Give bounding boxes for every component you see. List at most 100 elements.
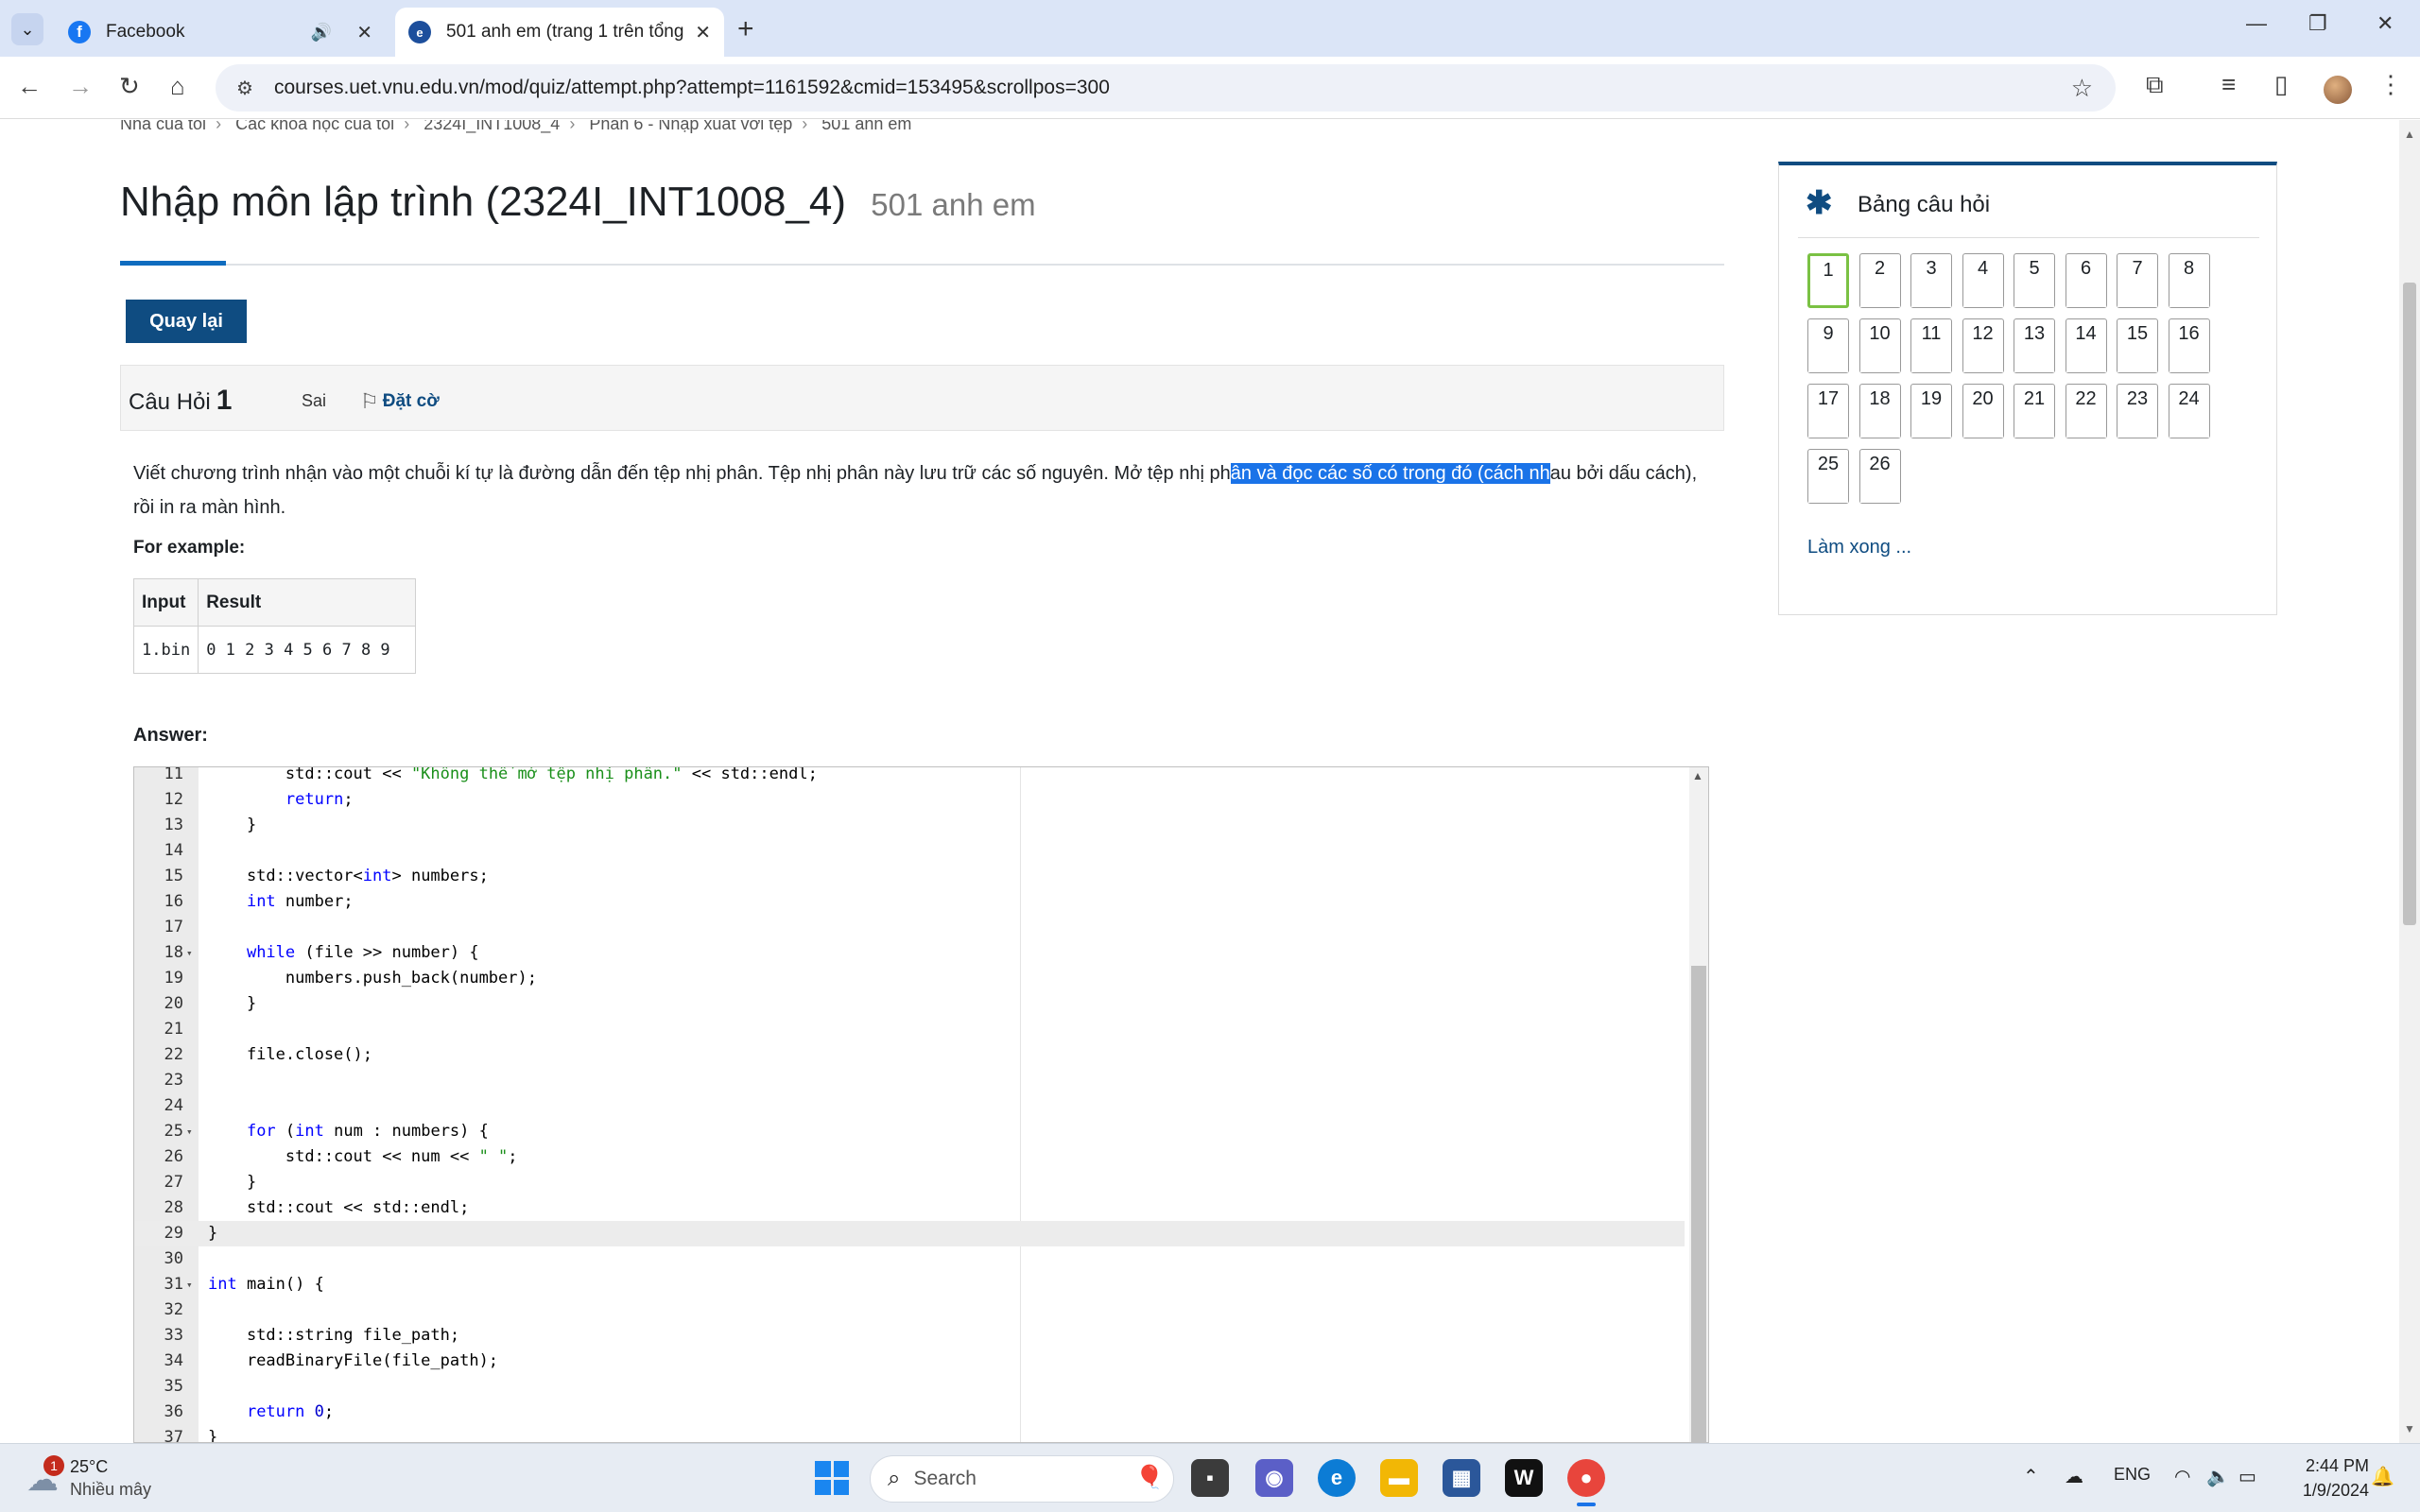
code-line[interactable]: 22 file.close(); [134, 1042, 1685, 1068]
page-scroll-thumb[interactable] [2403, 283, 2416, 925]
quiz-nav-button[interactable]: 7 [2117, 253, 2158, 308]
breadcrumb-item[interactable]: Phần 6 - Nhập xuất với tệp [589, 120, 792, 133]
quiz-nav-button[interactable]: 24 [2168, 384, 2210, 438]
notification-bell-icon[interactable]: 🔔 [2371, 1465, 2394, 1488]
breadcrumb-item[interactable]: 2324I_INT1008_4 [424, 120, 560, 133]
battery-icon[interactable]: ▭ [2238, 1465, 2256, 1488]
store-icon[interactable]: ▦ [1443, 1459, 1480, 1497]
tab-facebook[interactable]: f Facebook 🔊 ✕ [55, 8, 386, 57]
bookmark-star-icon[interactable]: ☆ [2071, 74, 2093, 103]
code-line[interactable]: 18 ▾ while (file >> number) { [134, 940, 1685, 966]
quiz-nav-button[interactable]: 2 [1858, 253, 1901, 308]
code-line[interactable]: 34 readBinaryFile(file_path); [134, 1349, 1685, 1374]
tab-search-chevron-icon[interactable]: ⌄ [11, 13, 43, 45]
menu-kebab-icon[interactable]: ⋮ [2378, 70, 2403, 99]
quiz-nav-button[interactable]: 16 [2168, 318, 2210, 373]
code-line[interactable]: 27 } [134, 1170, 1685, 1195]
code-line[interactable]: 17 [134, 915, 1685, 940]
code-lines[interactable]: 11 std::cout << "Không thể mở tệp nhị ph… [134, 767, 1685, 1442]
code-line[interactable]: 32 [134, 1297, 1685, 1323]
quiz-nav-button[interactable]: 23 [2117, 384, 2158, 438]
quiz-nav-button[interactable]: 12 [1962, 318, 2004, 373]
quiz-nav-button[interactable]: 18 [1858, 384, 1901, 438]
code-line[interactable]: 26 std::cout << num << " "; [134, 1144, 1685, 1170]
back-button[interactable]: Quay lại [126, 300, 247, 343]
task-view-icon[interactable]: ▪ [1191, 1459, 1229, 1497]
code-line[interactable]: 15 std::vector<int> numbers; [134, 864, 1685, 889]
chevron-up-icon[interactable]: ⌃ [2023, 1465, 2039, 1488]
quiz-nav-button[interactable]: 4 [1962, 253, 2004, 308]
code-line[interactable]: 29} [134, 1221, 1685, 1246]
editor-scrollbar[interactable]: ▲ [1689, 767, 1708, 1442]
file-explorer-icon[interactable]: ▬ [1380, 1459, 1418, 1497]
quiz-nav-button[interactable]: 1 [1807, 253, 1849, 308]
scroll-up-icon[interactable]: ▲ [1692, 769, 1703, 782]
flag-question-link[interactable]: ⚐ Đặt cờ [360, 389, 440, 414]
volume-icon[interactable]: 🔈 [2206, 1465, 2230, 1488]
scroll-up-icon[interactable]: ▲ [2404, 128, 2415, 141]
speaker-icon[interactable]: 🔊 [311, 23, 332, 43]
quiz-nav-button[interactable]: 9 [1807, 318, 1849, 373]
quiz-nav-button[interactable]: 6 [2065, 253, 2107, 308]
code-line[interactable]: 21 [134, 1017, 1685, 1042]
code-line[interactable]: 25 ▾ for (int num : numbers) { [134, 1119, 1685, 1144]
code-line[interactable]: 36 return 0; [134, 1400, 1685, 1425]
language-indicator[interactable]: ENG [2114, 1465, 2151, 1485]
profile-avatar[interactable] [2324, 76, 2352, 104]
quiz-nav-button[interactable]: 8 [2168, 253, 2210, 308]
code-line[interactable]: 35 [134, 1374, 1685, 1400]
quiz-nav-button[interactable]: 14 [2065, 318, 2107, 373]
close-icon[interactable]: ✕ [695, 21, 711, 44]
quiz-nav-button[interactable]: 15 [2117, 318, 2158, 373]
breadcrumb-item[interactable]: 501 anh em [821, 120, 911, 133]
new-tab-plus-icon[interactable]: + [737, 13, 754, 45]
close-icon[interactable]: ✕ [356, 21, 372, 44]
forward-arrow-icon[interactable]: → [68, 72, 93, 101]
edge-icon[interactable]: e [1318, 1459, 1356, 1497]
quiz-nav-button[interactable]: 13 [2014, 318, 2055, 373]
code-line[interactable]: 12 return; [134, 787, 1685, 813]
extensions-icon[interactable]: ⧉ [2146, 70, 2164, 100]
back-arrow-icon[interactable]: ← [17, 72, 42, 101]
quiz-nav-button[interactable]: 10 [1858, 318, 1901, 373]
address-bar[interactable]: ⚙ courses.uet.vnu.edu.vn/mod/quiz/attemp… [216, 64, 2116, 112]
code-line[interactable]: 11 std::cout << "Không thể mở tệp nhị ph… [134, 767, 1685, 787]
window-close-icon[interactable]: ✕ [2377, 11, 2394, 36]
home-icon[interactable]: ⌂ [170, 72, 185, 101]
code-line[interactable]: 31 ▾ int main() { [134, 1272, 1685, 1297]
quiz-nav-button[interactable]: 11 [1910, 318, 1952, 373]
minimize-icon[interactable]: — [2246, 11, 2267, 36]
quiz-nav-button[interactable]: 26 [1858, 449, 1901, 504]
quiz-nav-button[interactable]: 19 [1910, 384, 1952, 438]
chrome-icon[interactable]: ● [1567, 1459, 1605, 1506]
quiz-nav-button[interactable]: 22 [2065, 384, 2107, 438]
site-info-icon[interactable]: ⚙ [236, 77, 253, 100]
quiz-nav-button[interactable]: 5 [2014, 253, 2055, 308]
quiz-nav-button[interactable]: 21 [2014, 384, 2055, 438]
breadcrumb-item[interactable]: Các khoá học của tôi [235, 120, 394, 133]
code-line[interactable]: 24 [134, 1093, 1685, 1119]
code-line[interactable]: 33 std::string file_path; [134, 1323, 1685, 1349]
tab-quiz[interactable]: e 501 anh em (trang 1 trên tổng s ✕ [395, 8, 724, 57]
page-scrollbar[interactable]: ▲ ▼ [2399, 120, 2420, 1443]
media-control-icon[interactable]: ≡ [2221, 70, 2236, 99]
restore-icon[interactable]: ❐ [2308, 11, 2327, 36]
game-app-icon[interactable]: W [1505, 1459, 1543, 1497]
quiz-nav-button[interactable]: 25 [1807, 449, 1849, 504]
code-line[interactable]: 23 [134, 1068, 1685, 1093]
quiz-nav-button[interactable]: 20 [1962, 384, 2004, 438]
side-panel-icon[interactable]: ▯ [2274, 70, 2288, 99]
code-line[interactable]: 16 int number; [134, 889, 1685, 915]
code-line[interactable]: 37} [134, 1425, 1685, 1442]
code-line[interactable]: 13 } [134, 813, 1685, 838]
scroll-down-icon[interactable]: ▼ [2404, 1422, 2415, 1435]
code-line[interactable]: 20 } [134, 991, 1685, 1017]
code-line[interactable]: 14 [134, 838, 1685, 864]
fold-arrow-icon[interactable]: ▾ [186, 1119, 193, 1144]
editor-scroll-thumb[interactable] [1691, 966, 1706, 1442]
fold-arrow-icon[interactable]: ▾ [186, 1272, 193, 1297]
wifi-icon[interactable]: ◠ [2174, 1465, 2190, 1488]
weather-widget[interactable]: ☁ 1 25°C Nhiều mây [26, 1455, 216, 1503]
onedrive-icon[interactable]: ☁ [2065, 1465, 2083, 1488]
code-editor[interactable]: 11 std::cout << "Không thể mở tệp nhị ph… [133, 766, 1709, 1443]
